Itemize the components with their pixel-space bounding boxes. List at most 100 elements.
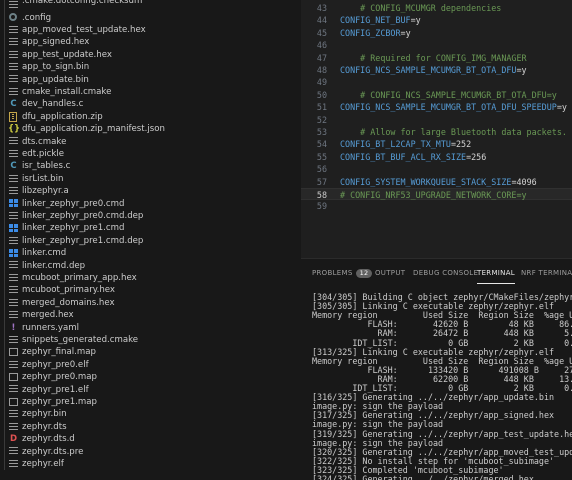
code-line[interactable]: 44 CONFIG_NET_BUF=y: [301, 14, 572, 26]
cmake-file-icon: [9, 335, 18, 344]
indent-guide: [4, 110, 5, 123]
config-key: CONFIG_NCS_SAMPLE_MCUMGR_BT_OTA_DFU_SPEE…: [340, 102, 557, 113]
code-line[interactable]: 48 CONFIG_NCS_SAMPLE_MCUMGR_BT_OTA_DFU=y: [301, 64, 572, 76]
code-line-active[interactable]: 58 # CONFIG_NRF53_UPGRADE_NETWORK_CORE=y: [301, 188, 572, 201]
file-item[interactable]: zephyr_pre1.elf: [0, 383, 301, 396]
code-line[interactable]: 43 # CONFIG_MCUMGR dependencies: [301, 2, 572, 14]
file-item[interactable]: zephyr.dts.pre: [0, 445, 301, 458]
terminal-output[interactable]: [304/305] Building C object zephyr/CMake…: [301, 289, 572, 480]
file-item[interactable]: dfu_application.zip: [0, 110, 301, 123]
c-file-icon: C: [10, 161, 17, 172]
file-item[interactable]: zephyr_pre1.map: [0, 395, 301, 409]
file-item[interactable]: merged.hex: [0, 309, 301, 322]
file-item[interactable]: linker_zephyr_pre1.cmd: [0, 222, 301, 235]
file-item[interactable]: app_to_sign.bin: [0, 61, 301, 74]
file-name: app_update.bin: [22, 74, 89, 85]
hex-file-icon: [9, 311, 18, 319]
file-item[interactable]: linker.cmd: [0, 247, 301, 260]
tab-terminal[interactable]: TERMINAL: [477, 269, 515, 284]
file-item[interactable]: linker.cmd.dep: [0, 259, 301, 272]
code-line[interactable]: 49: [301, 76, 572, 88]
tab-debug-console[interactable]: DEBUG CONSOLE: [413, 269, 478, 277]
indent-guide: [4, 457, 5, 471]
indent-guide: [4, 284, 5, 297]
file-item[interactable]: merged_domains.hex: [0, 296, 301, 309]
file-item[interactable]: app_moved_test_update.hex: [0, 23, 301, 37]
file-item[interactable]: linker_zephyr_pre1.cmd.dep: [0, 234, 301, 247]
code-text: CONFIG_SYSTEM_WORKQUEUE_STACK_SIZE=4096: [340, 176, 537, 187]
file-item[interactable]: ! runners.yaml: [0, 321, 301, 334]
cmake-file-icon: [9, 87, 18, 96]
code-line[interactable]: 53 # Allow for large Bluetooth data pack…: [301, 126, 572, 138]
file-item[interactable]: mcuboot_primary.hex: [0, 284, 301, 297]
code-line[interactable]: 46: [301, 39, 572, 51]
file-item[interactable]: zephyr.dts: [0, 420, 301, 433]
file-name: zephyr_pre0.map: [22, 372, 97, 383]
code-line[interactable]: 54 CONFIG_BT_L2CAP_TX_MTU=252: [301, 138, 572, 150]
code-comment: # Allow for large Bluetooth data packets…: [340, 127, 567, 137]
code-comment: # CONFIG_NCS_SAMPLE_MCUMGR_BT_OTA_DFU=y: [340, 89, 557, 100]
file-item[interactable]: zephyr_pre0.map: [0, 371, 301, 384]
file-item[interactable]: isrList.bin: [0, 172, 301, 185]
file-item[interactable]: app_test_update.hex: [0, 48, 301, 61]
code-line[interactable]: 50 # CONFIG_NCS_SAMPLE_MCUMGR_BT_OTA_DFU…: [301, 89, 572, 101]
file-item[interactable]: linker_zephyr_pre0.cmd: [0, 197, 301, 210]
file-name: edt.pickle: [22, 148, 65, 159]
file-item[interactable]: cmake_install.cmake: [0, 85, 301, 99]
panel-tab-bar: PROBLEMS 12 OUTPUT DEBUG CONSOLE TERMINAL NRF…: [301, 259, 572, 289]
line-number: 56: [316, 164, 327, 175]
file-name: zephyr.dts.d: [22, 434, 75, 445]
file-item[interactable]: .config: [0, 11, 301, 24]
code-line[interactable]: 52: [301, 114, 572, 126]
indent-guide: [4, 408, 5, 421]
config-value: 4096: [516, 176, 537, 187]
file-item[interactable]: mcuboot_primary_app.hex: [0, 271, 301, 285]
indent-guide: [4, 48, 5, 61]
file-item[interactable]: Dzephyr.dts.d: [0, 433, 301, 446]
file-name: dfu_application.zip: [22, 111, 103, 122]
code-line[interactable]: 51 CONFIG_NCS_SAMPLE_MCUMGR_BT_OTA_DFU_SP…: [301, 101, 572, 113]
code-text: # CONFIG_NCS_SAMPLE_MCUMGR_BT_OTA_DFU=y: [340, 89, 557, 101]
file-name: app_to_sign.bin: [22, 62, 90, 73]
file-name: mcuboot_primary.hex: [22, 285, 115, 296]
code-line[interactable]: 59: [301, 200, 572, 212]
line-number: 49: [316, 77, 327, 88]
code-line[interactable]: 56: [301, 163, 572, 175]
cmake-file-icon: [9, 137, 18, 145]
file-item[interactable]: Cisr_tables.c: [0, 160, 301, 173]
code-line[interactable]: 57 CONFIG_SYSTEM_WORKQUEUE_STACK_SIZE=409…: [301, 176, 572, 188]
config-key: CONFIG_BT_BUF_ACL_RX_SIZE: [340, 151, 467, 162]
file-item[interactable]: zephyr.bin: [0, 408, 301, 421]
code-text: # Required for CONFIG_IMG_MANAGER: [340, 52, 526, 64]
line-number: 44: [316, 15, 327, 26]
file-item[interactable]: zephyr_final.map: [0, 346, 301, 359]
file-item[interactable]: zephyr.elf: [0, 457, 301, 471]
file-item[interactable]: dts.cmake: [0, 135, 301, 148]
tab-output[interactable]: OUTPUT: [375, 269, 405, 277]
bin-file-icon: [9, 410, 18, 418]
code-line[interactable]: 47 # Required for CONFIG_IMG_MANAGER: [301, 52, 572, 64]
file-item[interactable]: edt.pickle: [0, 147, 301, 161]
line-number: 48: [316, 65, 327, 75]
hex-file-icon: [9, 273, 18, 282]
file-item[interactable]: Cdev_handles.c: [0, 98, 301, 111]
tab-problems[interactable]: PROBLEMS 12: [312, 269, 373, 278]
file-item[interactable]: libzephyr.a: [0, 185, 301, 198]
windows-cmd-icon: [9, 249, 18, 257]
tab-nrf-terminal[interactable]: NRF TERMINAL: [521, 269, 572, 277]
file-item[interactable]: .cmake.dotconfig.checksum: [0, 0, 301, 12]
file-item[interactable]: app_update.bin: [0, 73, 301, 86]
file-item[interactable]: zephyr_pre0.elf: [0, 358, 301, 371]
indent-guide: [4, 259, 5, 272]
file-item[interactable]: linker_zephyr_pre0.cmd.dep: [0, 209, 301, 223]
code-editor[interactable]: 43 # CONFIG_MCUMGR dependencies 44 CONFIG_…: [301, 0, 572, 258]
code-line[interactable]: 55 CONFIG_BT_BUF_ACL_RX_SIZE=256: [301, 151, 572, 163]
code-line[interactable]: 45 CONFIG_ZCBOR=y: [301, 27, 572, 39]
zip-file-icon: [9, 111, 17, 122]
json-file-icon: {}: [8, 124, 21, 135]
file-item[interactable]: {} dfu_application.zip_manifest.json: [0, 123, 301, 136]
file-item[interactable]: app_signed.hex: [0, 36, 301, 49]
file-name: isrList.bin: [22, 173, 64, 184]
file-item[interactable]: snippets_generated.cmake: [0, 333, 301, 347]
indent-guide: [4, 383, 5, 396]
